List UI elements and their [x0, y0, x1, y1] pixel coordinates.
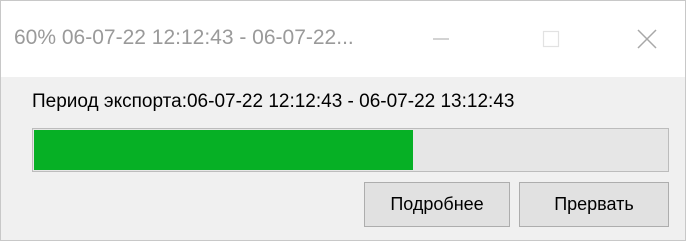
maximize-button	[521, 1, 581, 77]
window-title: 60% 06-07-22 12:12:43 - 06-07-22...	[14, 26, 354, 49]
abort-button[interactable]: Прервать	[519, 182, 669, 227]
close-icon	[637, 29, 657, 49]
export-progress-bar	[32, 128, 669, 172]
progress-bar-fill	[34, 130, 413, 170]
maximize-icon	[542, 30, 560, 48]
minimize-icon	[433, 38, 449, 40]
dialog-content: Период экспорта:06-07-22 12:12:43 - 06-0…	[1, 77, 685, 240]
title-bar[interactable]: 60% 06-07-22 12:12:43 - 06-07-22...	[1, 1, 685, 77]
export-period-label: Период экспорта:06-07-22 12:12:43 - 06-0…	[32, 91, 515, 112]
minimize-button[interactable]	[411, 1, 471, 77]
details-button[interactable]: Подробнее	[364, 182, 510, 227]
export-progress-window: 60% 06-07-22 12:12:43 - 06-07-22... Пери…	[0, 0, 686, 241]
close-button[interactable]	[617, 1, 677, 77]
